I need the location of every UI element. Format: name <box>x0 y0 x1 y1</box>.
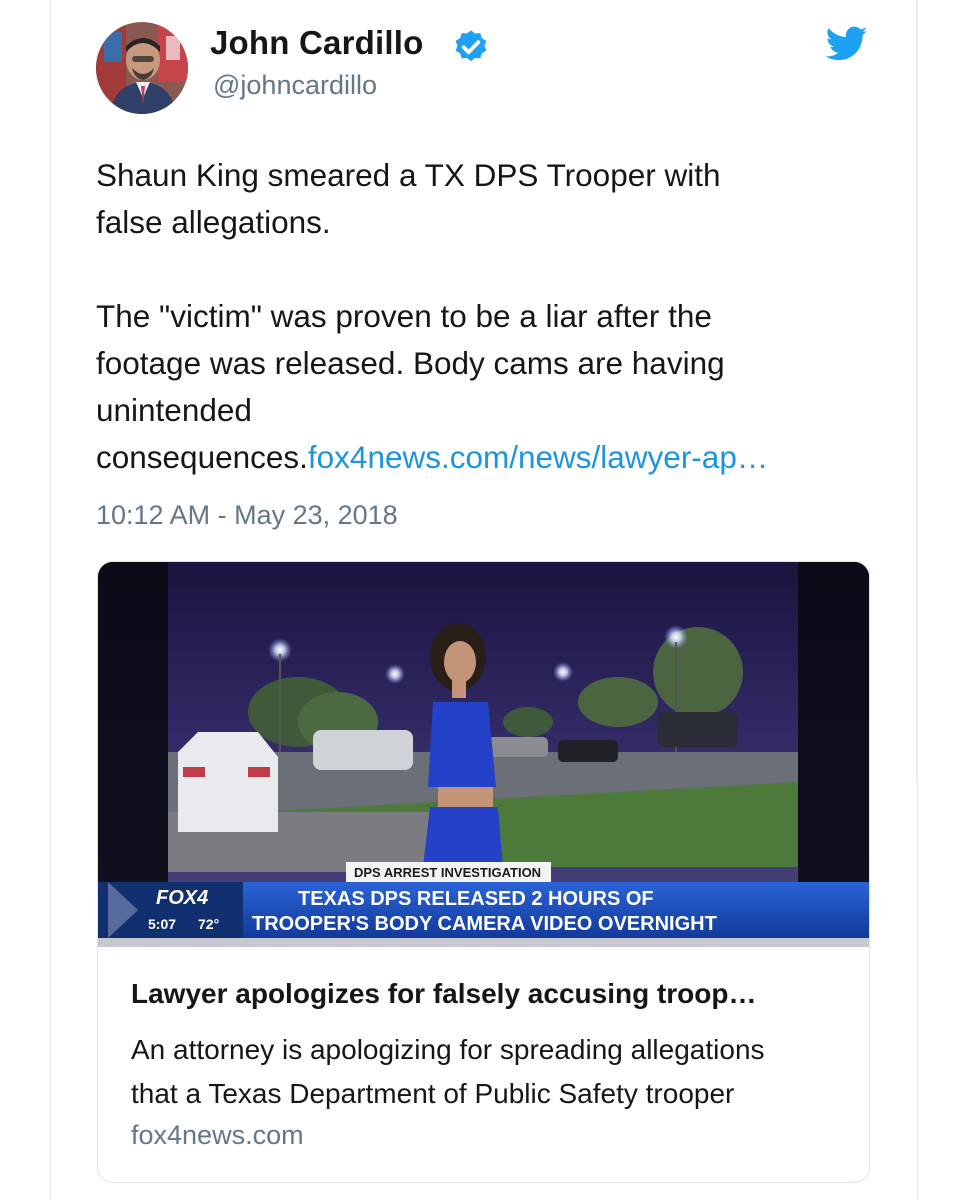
timestamp[interactable]: 10:12 AM - May 23, 2018 <box>96 500 398 531</box>
tweet-line: false allegations. <box>96 204 331 240</box>
chyron-headline-1: TEXAS DPS RELEASED 2 HOURS OF <box>298 888 654 910</box>
card-description-line: An attorney is apologizing for spreading… <box>131 1034 765 1065</box>
chyron-time: 5:07 <box>148 916 176 932</box>
avatar-image <box>96 22 188 114</box>
tweet-line: footage was released. Body cams are havi… <box>96 345 725 381</box>
banner-top-text: DPS ARREST INVESTIGATION <box>354 865 541 880</box>
card-description-line: that a Texas Department of Public Safety… <box>131 1078 735 1109</box>
twitter-bird-icon[interactable] <box>826 26 868 62</box>
tweet-line: unintended <box>96 392 252 428</box>
author-handle[interactable]: @johncardillo <box>213 70 377 101</box>
tweet-line: Shaun King smeared a TX DPS Trooper with <box>96 157 721 193</box>
divider <box>916 0 917 780</box>
tweet-text: Shaun King smeared a TX DPS Trooper with… <box>96 152 876 481</box>
tweet-line: The "victim" was proven to be a liar aft… <box>96 298 712 334</box>
tweet-line-text: consequences. <box>96 439 308 475</box>
chyron-temperature: 72° <box>198 916 219 932</box>
tweet-line: consequences.fox4news.com/news/lawyer-ap… <box>96 434 876 481</box>
card-domain[interactable]: fox4news.com <box>131 1120 304 1151</box>
link-card[interactable]: DPS ARREST INVESTIGATION FOX4 5:07 72° T… <box>97 561 870 1183</box>
card-description: An attorney is apologizing for spreading… <box>131 1028 841 1116</box>
news-video-still: DPS ARREST INVESTIGATION FOX4 5:07 72° T… <box>98 562 869 947</box>
verified-badge-icon <box>455 30 487 62</box>
chyron-headline-2: TROOPER'S BODY CAMERA VIDEO OVERNIGHT <box>252 913 717 935</box>
avatar[interactable] <box>96 22 188 114</box>
author-name[interactable]: John Cardillo <box>210 24 423 62</box>
card-image[interactable]: DPS ARREST INVESTIGATION FOX4 5:07 72° T… <box>98 562 869 947</box>
card-title[interactable]: Lawyer apologizes for falsely accusing t… <box>131 978 841 1010</box>
channel-logo: FOX4 <box>156 887 208 909</box>
article-link[interactable]: fox4news.com/news/lawyer-ap… <box>308 439 768 475</box>
